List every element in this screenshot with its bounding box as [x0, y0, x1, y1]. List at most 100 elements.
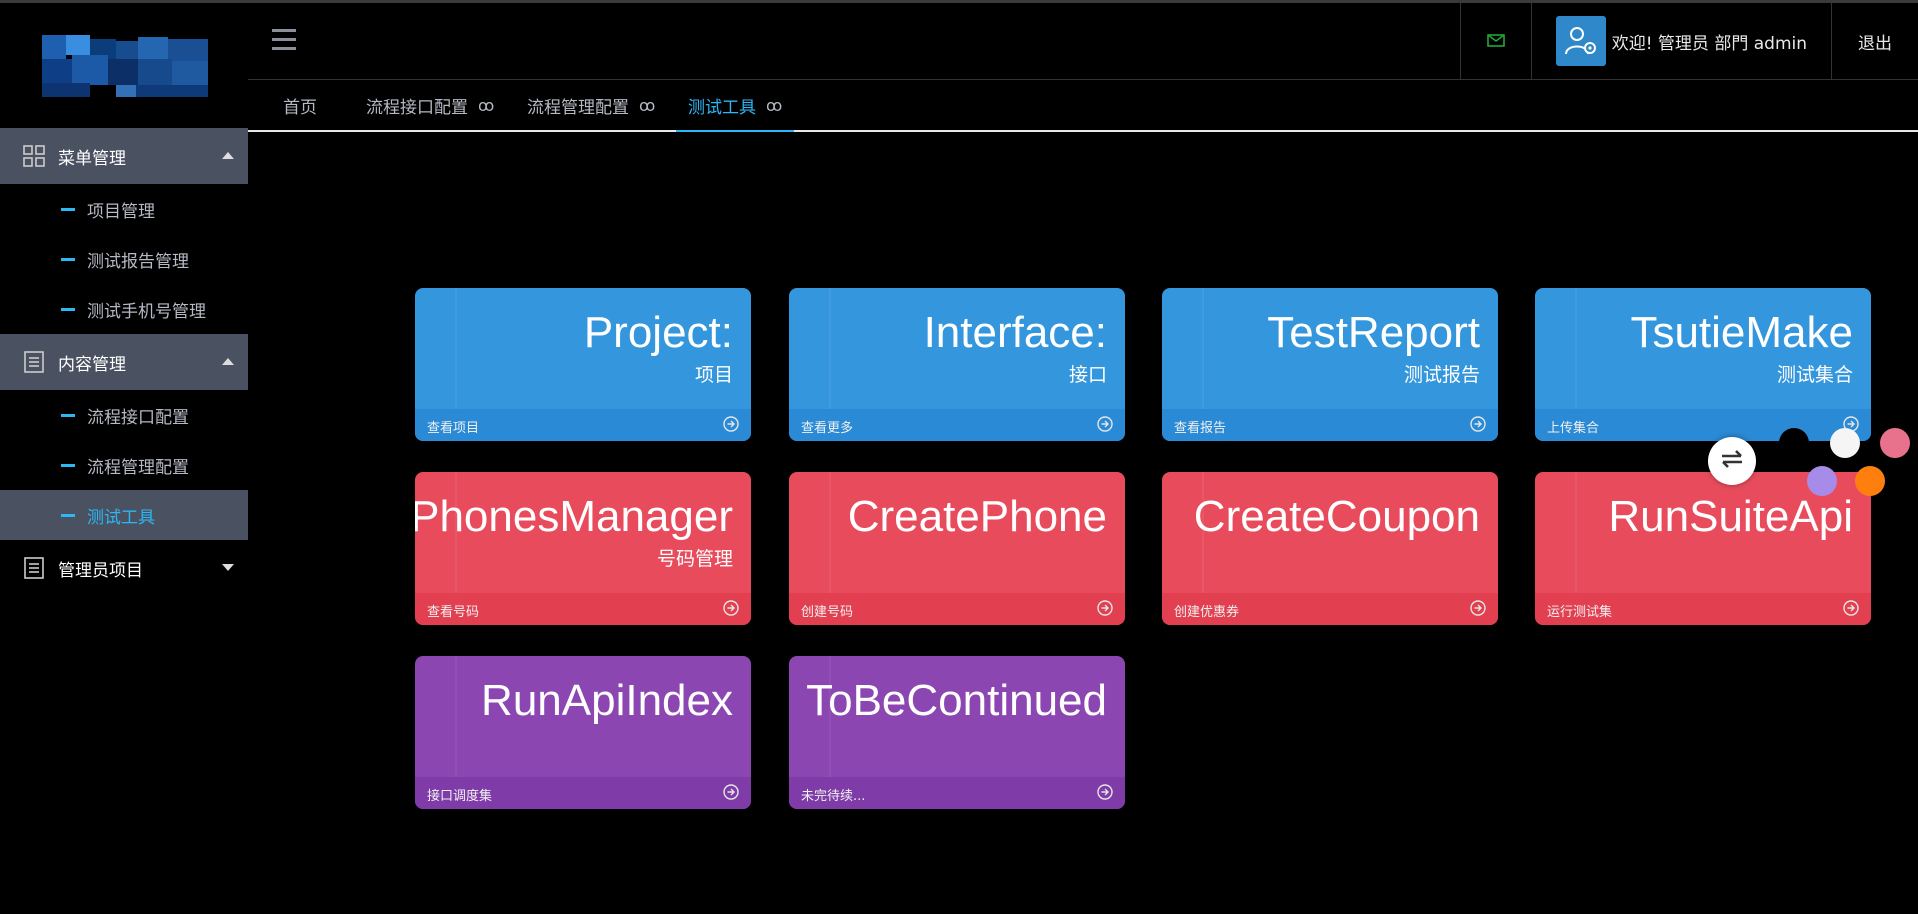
sidebar-item-label: 测试报告管理 — [87, 251, 189, 272]
card-title: TestReport — [1267, 308, 1480, 357]
tab-flow-management-config[interactable]: 流程管理配置 ꝏ — [527, 80, 655, 130]
card-title: TsutieMake — [1630, 308, 1853, 357]
tab-close-icon[interactable]: ꝏ — [639, 96, 655, 115]
circle-arrow-right-icon — [723, 416, 739, 432]
envelope-icon — [1486, 32, 1505, 51]
document-icon — [22, 350, 46, 374]
sidebar-item-test-phone-management[interactable]: 测试手机号管理 — [0, 284, 248, 334]
card-create-coupon[interactable]: CreateCoupon 创建优惠券 — [1162, 472, 1498, 625]
card-footer[interactable]: 查看更多 — [789, 409, 1125, 441]
dash-icon — [61, 307, 75, 311]
card-project[interactable]: Project: 项目 查看项目 — [415, 288, 751, 441]
sidebar-item-label: 流程接口配置 — [87, 407, 189, 428]
card-subtitle: 测试集合 — [1776, 364, 1853, 386]
tab-label: 流程管理配置 — [527, 97, 629, 118]
theme-swatch-black[interactable] — [1779, 428, 1809, 458]
header-right: 欢迎! 管理员 部門 admin 退出 — [1459, 3, 1918, 79]
card-test-report[interactable]: TestReport 测试报告 查看报告 — [1162, 288, 1498, 441]
user-info[interactable]: 欢迎! 管理员 部門 admin — [1530, 3, 1831, 79]
top-header: 欢迎! 管理员 部門 admin 退出 — [248, 3, 1918, 80]
card-run-api-index[interactable]: RunApiIndex 接口调度集 — [415, 656, 751, 809]
card-footer-label: 运行测试集 — [1547, 605, 1613, 620]
card-footer[interactable]: 未完待续... — [789, 777, 1125, 809]
card-to-be-continued[interactable]: ToBeContinued 未完待续... — [789, 656, 1125, 809]
card-footer-label: 查看项目 — [427, 421, 480, 436]
tab-bar: 首页 流程接口配置 ꝏ 流程管理配置 ꝏ 测试工具 ꝏ — [248, 80, 1918, 132]
card-interface[interactable]: Interface: 接口 查看更多 — [789, 288, 1125, 441]
sidebar-group-admin-projects[interactable]: 管理员项目 — [0, 540, 248, 596]
sidebar-item-label: 流程管理配置 — [87, 457, 189, 478]
card-footer[interactable]: 接口调度集 — [415, 777, 751, 809]
sidebar-item-flow-management-config[interactable]: 流程管理配置 — [0, 440, 248, 490]
card-footer[interactable]: 运行测试集 — [1535, 593, 1871, 625]
logout-button[interactable]: 退出 — [1831, 3, 1918, 79]
tab-test-tools[interactable]: 测试工具 ꝏ — [675, 80, 795, 132]
card-footer[interactable]: 查看号码 — [415, 593, 751, 625]
tab-home[interactable]: 首页 — [283, 80, 317, 130]
caret-up-icon — [222, 358, 234, 365]
card-footer-label: 查看更多 — [801, 421, 854, 436]
card-title: PhonesManager — [415, 492, 733, 541]
circle-arrow-right-icon — [1097, 784, 1113, 800]
card-title: CreateCoupon — [1193, 492, 1480, 541]
mail-button[interactable] — [1459, 3, 1531, 79]
sidebar-item-project-management[interactable]: 项目管理 — [0, 184, 248, 234]
sidebar-group-content-management[interactable]: 内容管理 — [0, 334, 248, 390]
circle-arrow-right-icon — [1097, 600, 1113, 616]
card-subtitle: 接口 — [1068, 364, 1107, 386]
card-footer[interactable]: 上传集合 — [1535, 409, 1871, 441]
sidebar-item-flow-interface-config[interactable]: 流程接口配置 — [0, 390, 248, 440]
caret-down-icon — [222, 564, 234, 571]
tab-label: 测试工具 — [688, 97, 756, 118]
card-footer[interactable]: 创建优惠券 — [1162, 593, 1498, 625]
card-subtitle: 测试报告 — [1403, 364, 1480, 386]
card-phones-manager[interactable]: PhonesManager 号码管理 查看号码 — [415, 472, 751, 625]
dash-icon — [61, 513, 75, 517]
card-footer-label: 创建号码 — [801, 605, 854, 620]
avatar-icon — [1555, 16, 1606, 66]
card-footer-label: 接口调度集 — [427, 789, 493, 804]
dash-icon — [61, 207, 75, 211]
theme-swatch-purple[interactable] — [1807, 466, 1837, 496]
welcome-text: 欢迎! 管理员 部門 admin — [1611, 33, 1807, 54]
card-title: RunSuiteApi — [1608, 492, 1853, 541]
tab-flow-interface-config[interactable]: 流程接口配置 ꝏ — [366, 80, 494, 130]
theme-swatch-orange[interactable] — [1855, 466, 1885, 496]
sidebar-item-label: 测试手机号管理 — [87, 301, 206, 322]
sidebar-group-menu-management[interactable]: 菜单管理 — [0, 128, 248, 184]
dash-icon — [61, 413, 75, 417]
logo — [42, 35, 210, 97]
tab-close-icon[interactable]: ꝏ — [766, 96, 782, 115]
card-subtitle: 号码管理 — [656, 548, 733, 570]
circle-arrow-right-icon — [1843, 600, 1859, 616]
card-create-phone[interactable]: CreatePhone 创建号码 — [789, 472, 1125, 625]
document-icon — [22, 556, 46, 580]
dash-icon — [61, 463, 75, 467]
sidebar-item-test-report-management[interactable]: 测试报告管理 — [0, 234, 248, 284]
card-footer-label: 查看号码 — [427, 605, 480, 620]
card-title: Interface: — [923, 308, 1107, 357]
card-footer-label: 未完待续... — [801, 789, 866, 804]
card-subtitle: 项目 — [694, 364, 733, 386]
grid-icon — [22, 144, 46, 168]
card-footer[interactable]: 查看报告 — [1162, 409, 1498, 441]
sidebar-group-label: 管理员项目 — [58, 560, 143, 581]
circle-arrow-right-icon — [1470, 416, 1486, 432]
theme-swatch-white[interactable] — [1830, 428, 1860, 458]
sidebar-item-label: 项目管理 — [87, 201, 155, 222]
tab-label: 流程接口配置 — [366, 97, 468, 118]
card-footer[interactable]: 创建号码 — [789, 593, 1125, 625]
circle-arrow-right-icon — [1097, 416, 1113, 432]
card-footer-label: 查看报告 — [1174, 421, 1227, 436]
sidebar-item-test-tools[interactable]: 测试工具 — [0, 490, 248, 540]
tab-close-icon[interactable]: ꝏ — [478, 96, 494, 115]
card-tsutie-make[interactable]: TsutieMake 测试集合 上传集合 — [1535, 288, 1871, 441]
card-footer-label: 创建优惠券 — [1174, 605, 1240, 620]
sidebar-menu: 菜单管理 项目管理 测试报告管理 测试手机号管理 内容管理 流程接口配置 流程管… — [0, 128, 248, 596]
circle-arrow-right-icon — [1470, 600, 1486, 616]
theme-swatch-pink[interactable] — [1880, 428, 1910, 458]
theme-switch-button[interactable] — [1708, 437, 1756, 485]
card-footer[interactable]: 查看项目 — [415, 409, 751, 441]
hamburger-menu-icon[interactable] — [272, 29, 296, 51]
tab-label: 首页 — [283, 97, 317, 118]
